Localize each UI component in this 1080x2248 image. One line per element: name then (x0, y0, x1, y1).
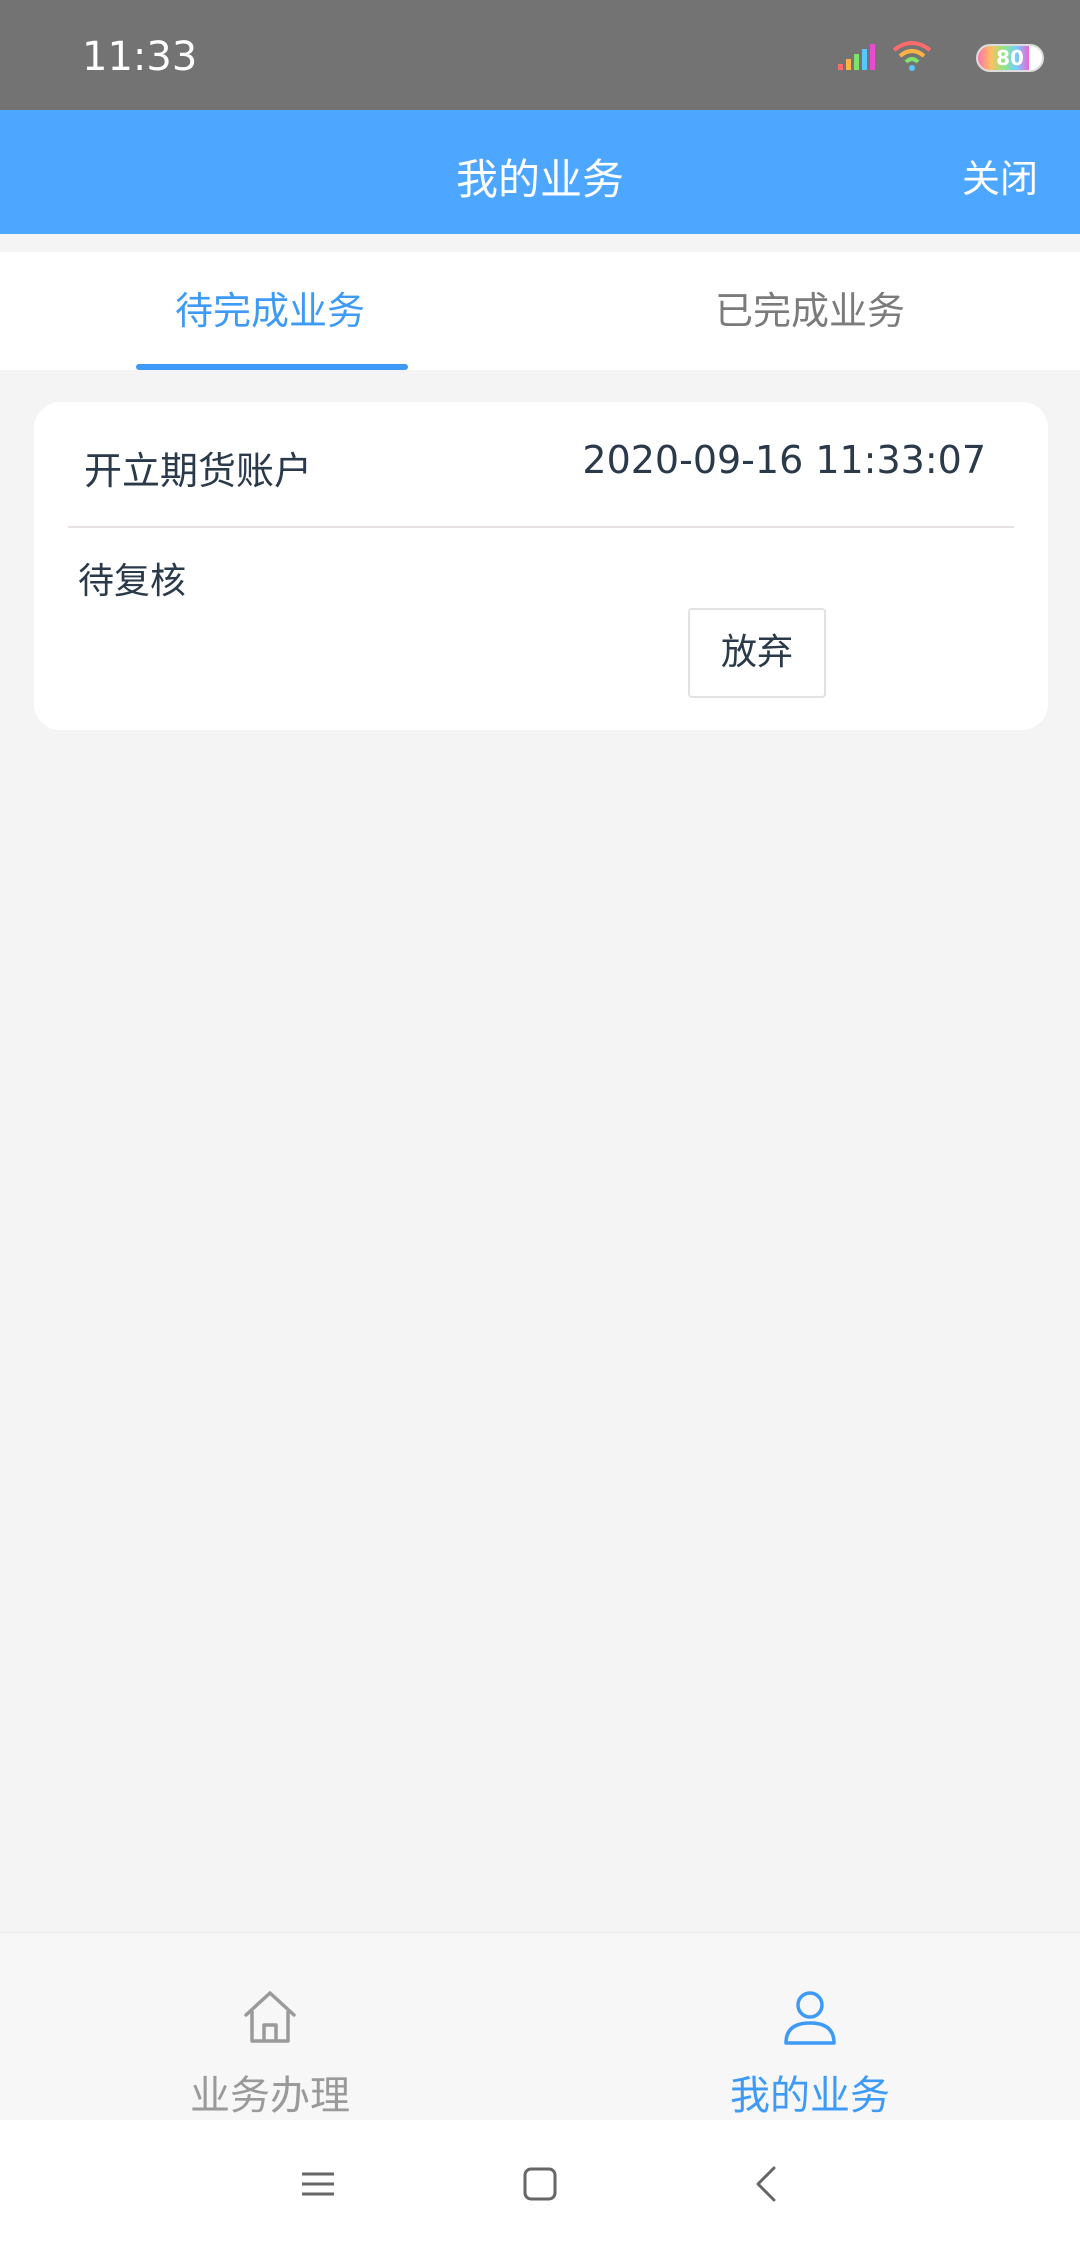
tab-bar: 待完成业务 已完成业务 (0, 252, 1080, 370)
nav-label-business-handling: 业务办理 (190, 2073, 350, 2119)
business-status: 待复核 (78, 561, 187, 602)
close-button[interactable]: 关闭 (962, 148, 1038, 203)
system-nav-bar (0, 2120, 1080, 2248)
home-square-icon[interactable] (510, 2154, 570, 2214)
signal-icon (838, 44, 875, 70)
abandon-button[interactable]: 放弃 (688, 608, 826, 698)
business-card[interactable]: 开立期货账户 2020-09-16 11:33:07 待复核 放弃 (34, 402, 1048, 730)
nav-item-business-handling[interactable]: 业务办理 (0, 1933, 540, 2121)
user-icon (784, 1991, 836, 2045)
status-bar: 11:33 80 (0, 0, 1080, 110)
battery-level: 80 (996, 46, 1024, 70)
nav-label-my-business: 我的业务 (730, 2073, 890, 2119)
battery-icon: 80 (976, 44, 1044, 72)
business-title: 开立期货账户 (84, 449, 313, 493)
wifi-icon (892, 41, 932, 71)
home-icon (244, 1991, 296, 2043)
tab-active-indicator (136, 364, 408, 370)
app-bar: 我的业务 关闭 (0, 110, 1080, 234)
card-divider (68, 526, 1014, 528)
tab-completed[interactable]: 已完成业务 (540, 252, 1080, 370)
status-time: 11:33 (82, 34, 198, 80)
back-icon[interactable] (738, 2154, 798, 2214)
bottom-nav: 业务办理 我的业务 (0, 1932, 1080, 2121)
business-time: 2020-09-16 11:33:07 (582, 438, 986, 482)
page-title: 我的业务 (455, 155, 624, 204)
nav-item-my-business[interactable]: 我的业务 (540, 1933, 1080, 2121)
menu-icon[interactable] (288, 2154, 348, 2214)
tab-pending[interactable]: 待完成业务 (0, 252, 540, 370)
